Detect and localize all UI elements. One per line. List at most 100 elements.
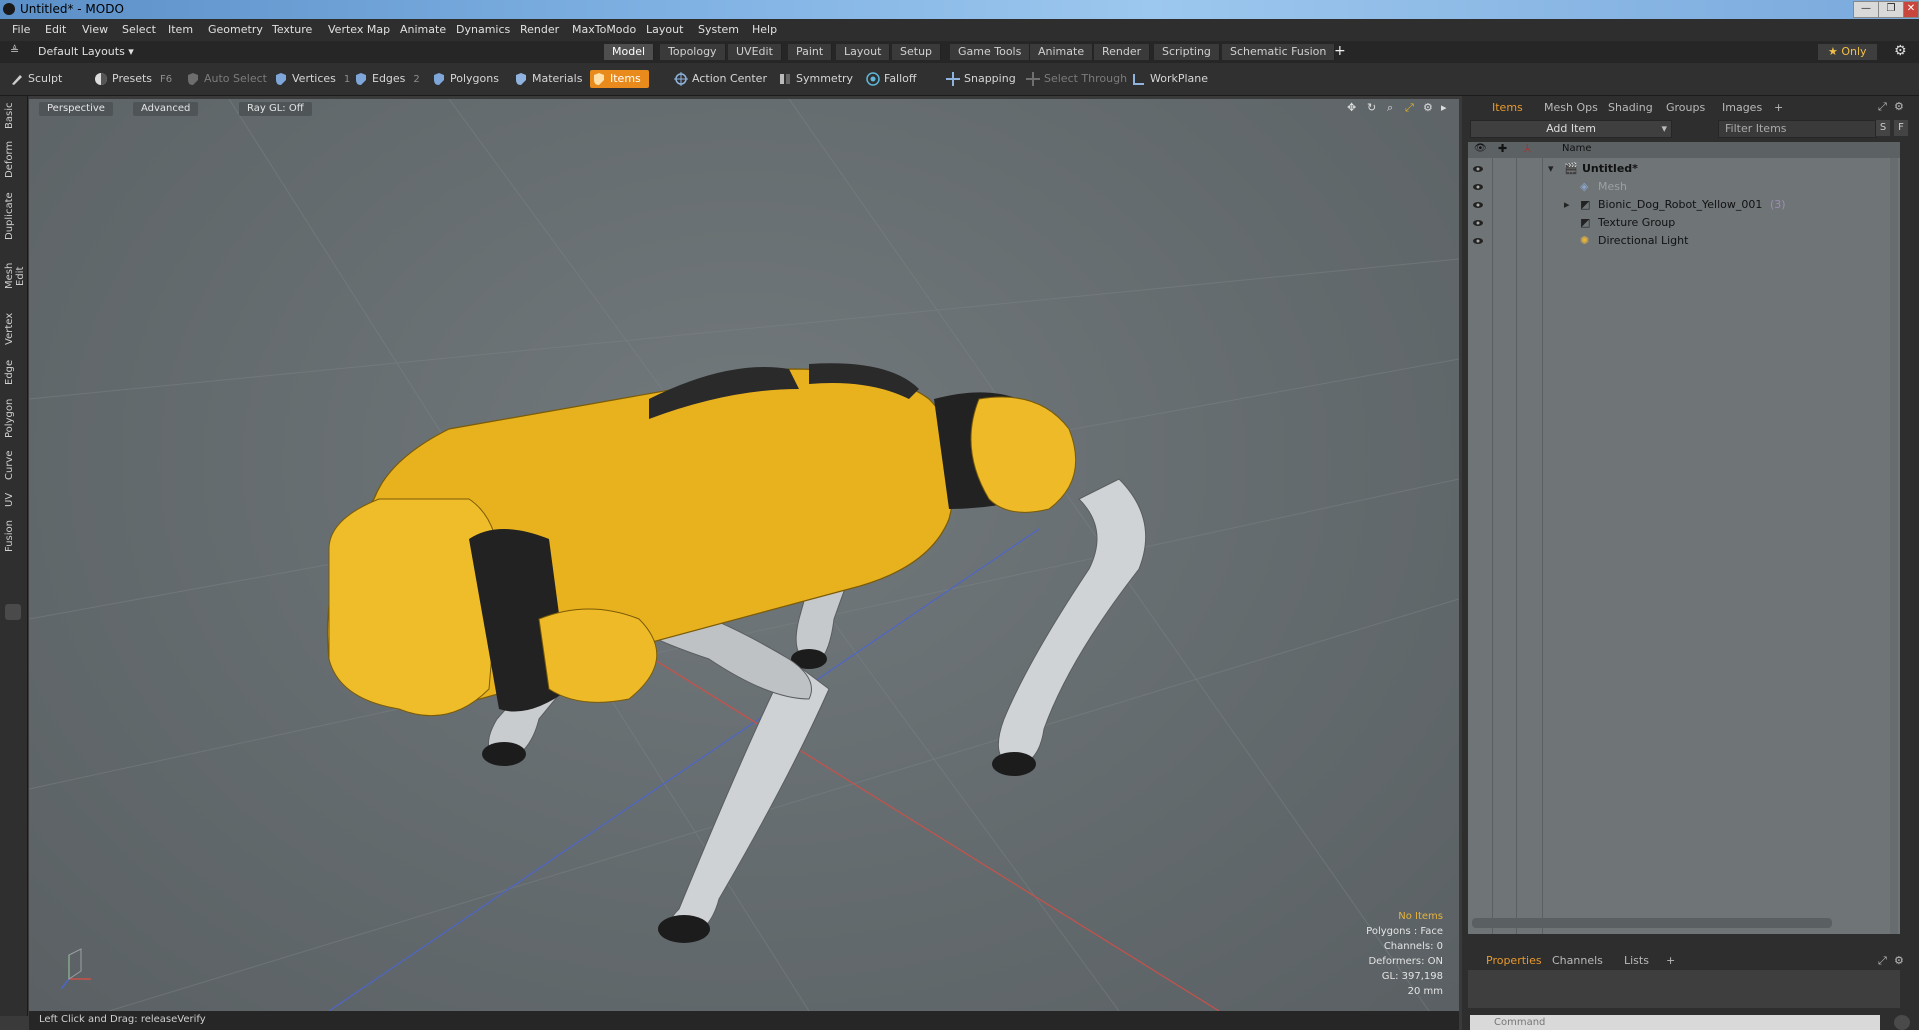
panel-expand-icon[interactable]: ⤢ xyxy=(1878,100,1887,114)
vtab-vertex[interactable]: Vertex xyxy=(4,312,22,346)
tab-game-tools[interactable]: Game Tools xyxy=(950,44,1031,60)
vtab-polygon[interactable]: Polygon xyxy=(4,398,22,438)
select-through-button[interactable]: Select Through xyxy=(1024,70,1127,88)
add-panel-tab[interactable]: + xyxy=(1774,101,1783,114)
tree-row-mesh[interactable]: ◈ Mesh xyxy=(1468,178,1900,196)
vtab-curve[interactable]: Curve xyxy=(4,450,22,480)
tab-animate[interactable]: Animate xyxy=(1030,44,1094,60)
tab-render[interactable]: Render xyxy=(1094,44,1151,60)
tab-channels[interactable]: Channels xyxy=(1552,954,1603,967)
close-button[interactable]: ✕ xyxy=(1903,1,1919,18)
menu-dynamics[interactable]: Dynamics xyxy=(456,23,510,36)
panel-gear-icon[interactable]: ⚙ xyxy=(1894,100,1904,113)
command-record-button[interactable] xyxy=(1894,1015,1910,1030)
tab-setup[interactable]: Setup xyxy=(892,44,942,60)
vtab-mesh-edit[interactable]: Mesh Edit xyxy=(4,252,26,300)
tab-groups[interactable]: Groups xyxy=(1666,101,1705,114)
name-column-header[interactable]: Name xyxy=(1562,143,1592,154)
tab-topology[interactable]: Topology xyxy=(660,44,726,60)
add-properties-tab[interactable]: + xyxy=(1666,954,1675,967)
left-panel-toggle[interactable] xyxy=(5,604,21,620)
eye-icon[interactable] xyxy=(1472,217,1484,229)
symmetry-button[interactable]: Symmetry xyxy=(776,70,853,88)
menu-animate[interactable]: Animate xyxy=(400,23,446,36)
restore-button[interactable]: ❐ xyxy=(1878,1,1904,18)
filter-items-input[interactable]: Filter Items xyxy=(1718,120,1876,138)
tree-row-texture-group[interactable]: ◩ Texture Group xyxy=(1468,214,1900,232)
materials-button[interactable]: Materials xyxy=(512,70,582,88)
tab-lists[interactable]: Lists xyxy=(1624,954,1649,967)
zoom-view-icon[interactable]: ⌕ xyxy=(1387,101,1393,115)
filter-f-button[interactable]: F xyxy=(1894,120,1908,136)
tab-model[interactable]: Model xyxy=(604,44,655,60)
eye-icon[interactable] xyxy=(1472,163,1484,175)
3d-viewport[interactable]: Perspective Advanced Ray GL: Off ✥ ↻ ⌕ ⤢… xyxy=(29,99,1459,1011)
menu-texture[interactable]: Texture xyxy=(272,23,312,36)
menu-render[interactable]: Render xyxy=(520,23,559,36)
vtab-basic[interactable]: Basic xyxy=(4,102,22,130)
tab-images[interactable]: Images xyxy=(1722,101,1762,114)
menu-maxtomodo[interactable]: MaxToModo xyxy=(572,23,636,36)
tab-scripting[interactable]: Scripting xyxy=(1154,44,1220,60)
polygons-button[interactable]: Polygons xyxy=(430,70,499,88)
eye-icon[interactable] xyxy=(1472,199,1484,211)
vertical-scrollbar[interactable] xyxy=(1890,158,1898,934)
menu-edit[interactable]: Edit xyxy=(45,23,66,36)
vtab-uv[interactable]: UV xyxy=(4,492,22,508)
expand-arrow-icon[interactable]: ▸ xyxy=(1564,196,1570,214)
maximize-view-icon[interactable]: ⤢ xyxy=(1405,101,1414,115)
menu-vertex-map[interactable]: Vertex Map xyxy=(328,23,390,36)
menu-system[interactable]: System xyxy=(698,23,739,36)
sculpt-button[interactable]: Sculpt xyxy=(8,70,62,88)
properties-gear-icon[interactable]: ⚙ xyxy=(1894,954,1904,967)
tree-row-untitled[interactable]: ▾ 🎬 Untitled* xyxy=(1468,160,1900,178)
menu-item[interactable]: Item xyxy=(168,23,193,36)
menu-file[interactable]: File xyxy=(12,23,30,36)
falloff-button[interactable]: Falloff xyxy=(864,70,916,88)
viewport-gear-icon[interactable]: ⚙ xyxy=(1423,101,1433,114)
viewport-arrow-icon[interactable]: ▸ xyxy=(1441,101,1447,114)
shading-mode-button[interactable]: Advanced xyxy=(133,102,199,116)
menu-geometry[interactable]: Geometry xyxy=(208,23,263,36)
tab-uvedit[interactable]: UVEdit xyxy=(728,44,782,60)
add-item-button[interactable]: Add Item ▾ xyxy=(1470,120,1672,138)
tab-layout[interactable]: Layout xyxy=(836,44,891,60)
items-button[interactable]: Items xyxy=(590,70,649,88)
raygl-button[interactable]: Ray GL: Off xyxy=(239,102,312,116)
tab-schematic-fusion[interactable]: Schematic Fusion xyxy=(1222,44,1336,60)
gear-icon[interactable]: ⚙ xyxy=(1894,43,1907,59)
expand-arrow-icon[interactable]: ▾ xyxy=(1548,160,1554,178)
layout-select[interactable]: Default Layouts ▾ xyxy=(38,45,134,58)
view-mode-button[interactable]: Perspective xyxy=(39,102,113,116)
menu-view[interactable]: View xyxy=(82,23,108,36)
menu-layout[interactable]: Layout xyxy=(646,23,683,36)
vtab-edge[interactable]: Edge xyxy=(4,358,22,386)
action-center-button[interactable]: Action Center xyxy=(672,70,767,88)
properties-expand-icon[interactable]: ⤢ xyxy=(1878,954,1887,968)
vtab-duplicate[interactable]: Duplicate xyxy=(4,192,22,240)
layout-collapse-icon[interactable]: ≜ xyxy=(10,44,19,57)
workplane-button[interactable]: WorkPlane xyxy=(1130,70,1208,88)
vtab-fusion[interactable]: Fusion xyxy=(4,520,22,552)
vtab-deform[interactable]: Deform xyxy=(4,141,22,178)
move-view-icon[interactable]: ✥ xyxy=(1347,101,1356,114)
only-toggle[interactable]: ★ Only xyxy=(1818,44,1877,60)
tab-shading[interactable]: Shading xyxy=(1608,101,1653,114)
tab-properties[interactable]: Properties xyxy=(1486,954,1542,967)
tree-row-directional-light[interactable]: ✺ Directional Light xyxy=(1468,232,1900,250)
snapping-button[interactable]: Snapping xyxy=(944,70,1016,88)
eye-icon[interactable] xyxy=(1472,235,1484,247)
rotate-view-icon[interactable]: ↻ xyxy=(1367,101,1376,114)
tab-paint[interactable]: Paint xyxy=(788,44,833,60)
presets-button[interactable]: Presets F6 xyxy=(92,70,172,88)
command-input[interactable]: Command xyxy=(1470,1015,1880,1030)
tab-mesh-ops[interactable]: Mesh Ops xyxy=(1544,101,1598,114)
edges-button[interactable]: Edges 2 xyxy=(352,70,420,88)
vertices-button[interactable]: Vertices 1 xyxy=(272,70,350,88)
tab-items[interactable]: Items xyxy=(1492,101,1523,114)
tree-row-bionic-dog[interactable]: ▸ ◩ Bionic_Dog_Robot_Yellow_001 (3) xyxy=(1468,196,1900,214)
add-tab-button[interactable]: + xyxy=(1334,43,1346,59)
menu-select[interactable]: Select xyxy=(122,23,156,36)
auto-select-button[interactable]: Auto Select xyxy=(184,70,267,88)
eye-icon[interactable] xyxy=(1472,181,1484,193)
